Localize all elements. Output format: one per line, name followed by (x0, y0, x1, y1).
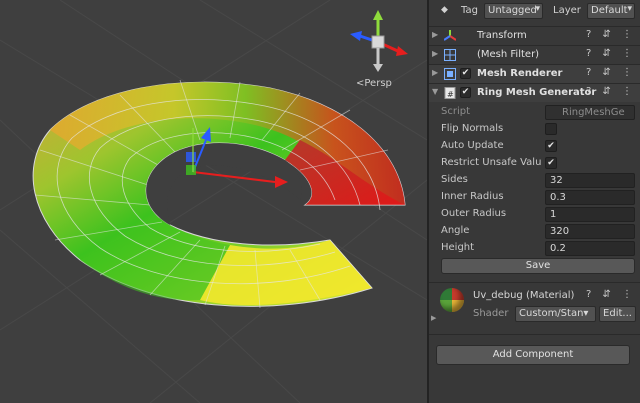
inspector-panel: ◆ Tag Untagged ▾ Layer Default ▾ ▶ Transfo… (429, 0, 640, 403)
material-block: Uv_debug (Material) ? ⇵ ⋮ ▶ Shader Custo… (429, 282, 640, 332)
component-name: Transform (477, 30, 527, 41)
component-name: Mesh Renderer (477, 68, 563, 79)
restrict-checkbox[interactable]: ✔ (545, 157, 557, 169)
tag-layer-bar: ◆ Tag Untagged ▾ Layer Default ▾ (429, 0, 640, 26)
scene-view[interactable]: <Persp (0, 0, 427, 403)
mesh-filter-icon (444, 49, 456, 61)
angle-field[interactable]: 320 (545, 224, 635, 239)
view-mode-label[interactable]: <Persp (356, 78, 392, 89)
tag-label: Tag (461, 5, 478, 16)
material-name: Uv_debug (Material) (473, 290, 575, 301)
foldout-arrow-icon[interactable]: ▶ (432, 30, 438, 39)
height-label[interactable]: Height (441, 242, 546, 253)
component-mesh-renderer[interactable]: ▶ ✔ Mesh Renderer ? ⇵ ⋮ (429, 64, 640, 83)
component-name: Ring Mesh Generator (477, 87, 597, 98)
svg-text:#: # (447, 90, 454, 99)
flip-normals-checkbox[interactable] (545, 123, 557, 135)
foldout-arrow-icon[interactable]: ▶ (432, 68, 438, 77)
chevron-down-icon: ▾ (627, 4, 632, 14)
shader-value: Custom/Stan (519, 308, 584, 319)
script-icon: # (444, 87, 456, 99)
enabled-checkbox[interactable]: ✔ (460, 68, 471, 79)
script-label: Script (441, 106, 471, 117)
orientation-gizmo[interactable] (342, 6, 414, 78)
auto-update-checkbox[interactable]: ✔ (545, 140, 557, 152)
foldout-arrow-icon[interactable]: ▶ (432, 49, 438, 58)
tag-value: Untagged (488, 5, 537, 16)
add-component-button[interactable]: Add Component (436, 345, 630, 365)
prop-sides: Sides 32 (429, 172, 640, 189)
auto-update-label: Auto Update (441, 140, 504, 151)
layer-label: Layer (553, 5, 581, 16)
layer-value: Default (591, 5, 628, 16)
component-name: (Mesh Filter) (477, 49, 540, 60)
script-field[interactable]: RingMeshGe (545, 105, 635, 120)
prop-script: Script RingMeshGe (429, 104, 640, 121)
material-tools[interactable]: ? ⇵ ⋮ (586, 289, 636, 300)
component-tools[interactable]: ? ⇵ ⋮ (586, 86, 636, 97)
prop-inner-radius: Inner Radius 0.3 (429, 189, 640, 206)
component-tools[interactable]: ? ⇵ ⋮ (586, 67, 636, 78)
component-tools[interactable]: ? ⇵ ⋮ (586, 29, 636, 40)
enabled-checkbox[interactable]: ✔ (460, 87, 471, 98)
prop-outer-radius: Outer Radius 1 (429, 206, 640, 223)
sides-field[interactable]: 32 (545, 173, 635, 188)
layer-dropdown[interactable]: Default ▾ (587, 3, 635, 19)
outer-radius-label[interactable]: Outer Radius (441, 208, 546, 219)
mesh-renderer-icon (444, 68, 456, 80)
restrict-label: Restrict Unsafe Valu (441, 157, 542, 168)
prop-restrict: Restrict Unsafe Valu ✔ (429, 155, 640, 172)
shader-dropdown[interactable]: Custom/Stan▾ (515, 306, 596, 322)
tag-dropdown[interactable]: Untagged ▾ (484, 3, 543, 19)
foldout-arrow-icon[interactable]: ▶ (431, 314, 436, 322)
prop-angle: Angle 320 (429, 223, 640, 240)
inner-radius-label[interactable]: Inner Radius (441, 191, 546, 202)
material-preview[interactable] (440, 288, 464, 312)
prop-height: Height 0.2 (429, 240, 640, 257)
foldout-arrow-icon[interactable]: ▼ (432, 87, 438, 96)
component-tools[interactable]: ? ⇵ ⋮ (586, 48, 636, 59)
angle-label[interactable]: Angle (441, 225, 546, 236)
save-button[interactable]: Save (441, 258, 635, 274)
divider (429, 334, 640, 335)
component-ring-mesh-generator[interactable]: ▼ # ✔ Ring Mesh Generator ? ⇵ ⋮ (429, 83, 640, 102)
transform-icon (444, 30, 456, 41)
chevron-down-icon: ▾ (583, 308, 589, 319)
chevron-down-icon: ▾ (535, 4, 540, 14)
gameobject-icon: ◆ (441, 5, 448, 15)
component-mesh-filter[interactable]: ▶ (Mesh Filter) ? ⇵ ⋮ (429, 45, 640, 64)
component-transform[interactable]: ▶ Transform ? ⇵ ⋮ (429, 26, 640, 45)
edit-shader-button[interactable]: Edit... (599, 306, 636, 322)
prop-auto-update: Auto Update ✔ (429, 138, 640, 155)
inner-radius-field[interactable]: 0.3 (545, 190, 635, 205)
height-field[interactable]: 0.2 (545, 241, 635, 256)
sides-label[interactable]: Sides (441, 174, 546, 185)
flip-normals-label: Flip Normals (441, 123, 504, 134)
shader-label: Shader (473, 308, 509, 319)
outer-radius-field[interactable]: 1 (545, 207, 635, 222)
prop-flip-normals: Flip Normals (429, 121, 640, 138)
